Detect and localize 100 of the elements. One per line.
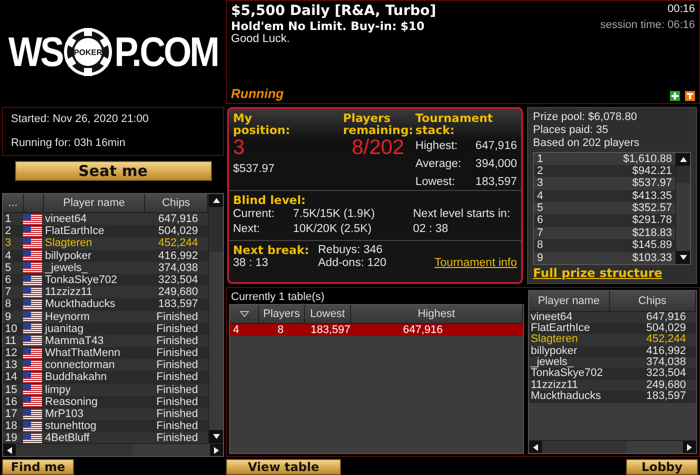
addons-text: Add-ons: 120 — [318, 256, 388, 269]
tournament-info-link[interactable]: Tournament info — [434, 256, 517, 269]
next-break-label: Next break: — [233, 244, 310, 256]
player-row[interactable]: 4 billypoker 416,992 — [3, 250, 208, 262]
column-header[interactable]: Chips — [610, 290, 696, 311]
column-header[interactable]: Player name — [44, 194, 145, 212]
prize-amount-cell: $1,610.88 — [623, 152, 672, 165]
rank-cell-text: 15 — [4, 384, 18, 396]
arrow-icon[interactable] — [532, 444, 538, 450]
column-header[interactable]: Players — [259, 304, 305, 323]
player-name-cell-text: 11zzizz11 — [530, 380, 578, 391]
scrollbar[interactable] — [208, 194, 223, 443]
column-header[interactable]: Player name — [528, 290, 610, 311]
column-header[interactable]: Lowest — [305, 304, 351, 323]
flag-icon — [23, 250, 42, 262]
lobby-button[interactable]: Lobby — [626, 459, 698, 475]
rank-cell-text: 17 — [4, 408, 18, 420]
clock-text: 00:16 — [667, 3, 695, 17]
player-name-cell-text: Buddhakahn — [44, 371, 108, 384]
arrow-icon[interactable] — [680, 255, 686, 260]
message-text: Good Luck. — [231, 33, 291, 45]
player-row[interactable]: 15 limpy Finished — [3, 384, 208, 396]
horizontal-scrollbar[interactable] — [528, 440, 696, 453]
prize-pool-text: Prize pool: $6,078.80 — [533, 110, 638, 124]
arrow-icon[interactable] — [7, 446, 12, 454]
player-row[interactable]: 2 FlatEarthIce 504,029 — [3, 225, 208, 238]
seat-me-button[interactable]: Seat me — [14, 161, 212, 181]
player-row[interactable]: 17 MrP103 Finished — [3, 408, 208, 420]
player-row[interactable]: TonkaSkye702 323,504 — [528, 368, 696, 380]
player-name-cell-text: FlatEarthIce — [530, 322, 590, 334]
next-level-label: Next level starts in: — [413, 208, 512, 222]
player-row[interactable]: 16 Reasoning Finished — [3, 396, 208, 408]
player-row[interactable]: Muckthaducks 183,597 — [528, 391, 696, 403]
stack-value: 647,916 — [475, 140, 517, 152]
player-name-cell-text: Muckthaducks — [44, 298, 116, 311]
player-row[interactable]: 10 juanitag Finished — [3, 322, 208, 335]
player-row[interactable]: 14 Buddhakahn Finished — [3, 371, 208, 384]
flag-icon — [23, 238, 42, 249]
logo-text: P.COM — [114, 28, 218, 76]
flag-icon — [23, 335, 42, 346]
arrow-icon[interactable] — [212, 198, 220, 203]
player-row[interactable]: 7 11zzizz11 249,680 — [3, 286, 208, 298]
chips-cell-text: 452,244 — [157, 237, 199, 250]
chips-cell-text: Finished — [155, 310, 199, 323]
t-shape-icon[interactable] — [685, 90, 695, 101]
rank-cell-text: 5 — [4, 262, 12, 274]
player-row[interactable]: 11 MammaT43 Finished — [3, 334, 208, 348]
chips-cell-text: 249,680 — [646, 380, 686, 391]
flag-icon — [23, 298, 42, 310]
view-table-button[interactable]: View table — [226, 459, 341, 475]
player-row[interactable]: FlatEarthIce 504,029 — [528, 322, 696, 334]
add-icon[interactable] — [670, 90, 680, 101]
chips-cell-text: Finished — [155, 371, 199, 384]
player-name-cell: vineet64 — [530, 312, 572, 323]
column-header[interactable]: Highest — [351, 304, 523, 323]
rank-cell-text: 3 — [4, 237, 12, 250]
rank-cell-text: 4 — [4, 250, 12, 262]
arrow-icon[interactable] — [680, 156, 686, 162]
find-me-button[interactable]: Find me — [2, 459, 74, 475]
player-row[interactable]: 3 Slagteren 452,244 — [3, 237, 208, 250]
player-row[interactable]: 13 connectorman Finished — [3, 359, 208, 372]
player-row[interactable]: vineet64 647,916 — [528, 312, 696, 323]
player-row[interactable]: 8 Muckthaducks 183,597 — [3, 298, 208, 310]
player-row[interactable]: 1 vineet64 647,916 — [3, 213, 208, 226]
player-name-cell-text: Reasoning — [44, 396, 99, 408]
status-text: Running — [231, 86, 284, 101]
player-name-cell-text: connectorman — [44, 359, 116, 372]
table-row[interactable]: 4 8 183,597 647,916 — [230, 324, 523, 336]
column-header[interactable]: ... — [3, 194, 24, 212]
player-name-cell-text: vineet64 — [44, 213, 88, 226]
flag-icon — [23, 214, 42, 225]
position-value: 3 — [233, 136, 245, 160]
player-name-cell-text: WhatThatMenn — [44, 347, 122, 360]
flag-icon — [23, 372, 42, 384]
player-row[interactable]: 6 TonkaSkye702 323,504 — [3, 274, 208, 286]
sort-icon[interactable] — [240, 310, 248, 317]
arrow-icon[interactable] — [687, 444, 692, 450]
full-prize-structure-link[interactable]: Full prize structure — [533, 267, 691, 280]
player-row[interactable]: _jewels_ 374,038 — [528, 357, 696, 368]
chips-cell-text: Finished — [155, 359, 199, 372]
player-row[interactable]: 5 _jewels_ 374,038 — [3, 262, 208, 274]
horizontal-scrollbar[interactable] — [3, 443, 223, 456]
player-row[interactable]: 18 stunehttog Finished — [3, 420, 208, 432]
player-name-cell-text: limpy — [44, 384, 72, 396]
arrow-icon[interactable] — [212, 434, 220, 439]
prize-amount-cell: $291.78 — [632, 214, 672, 227]
player-row[interactable]: Slagteren 452,244 — [528, 334, 696, 346]
chips-cell-text: Finished — [155, 334, 199, 348]
player-row[interactable]: 9 Heynorm Finished — [3, 310, 208, 323]
player-row[interactable]: 11zzizz11 249,680 — [528, 380, 696, 392]
place-cell: 9 — [537, 252, 544, 264]
player-row[interactable]: billypoker 416,992 — [528, 346, 696, 358]
scrollbar[interactable] — [675, 152, 690, 264]
chips-cell-text: 416,992 — [157, 250, 199, 262]
player-name-cell-text: juanitag — [44, 322, 85, 335]
prize-amount-cell: $413.35 — [632, 190, 672, 202]
arrow-icon[interactable] — [214, 446, 219, 454]
chips-cell-text: 647,916 — [157, 213, 199, 226]
chips-cell-text: Finished — [155, 347, 199, 360]
player-row[interactable]: 12 WhatThatMenn Finished — [3, 347, 208, 360]
